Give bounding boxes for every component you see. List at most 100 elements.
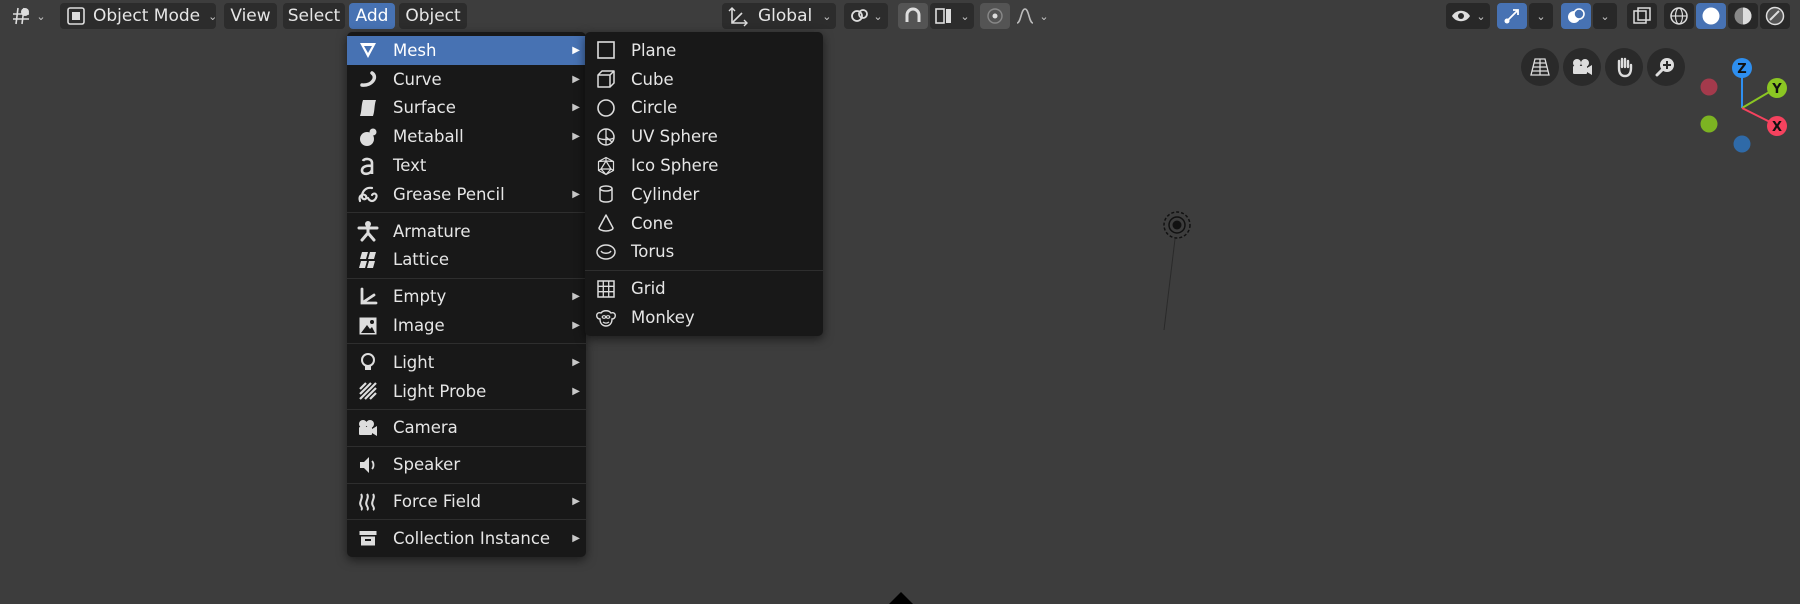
chevron-down-icon: ⌄ xyxy=(208,9,218,23)
mesh-menu-torus[interactable]: Torus xyxy=(585,238,823,267)
camera-icon xyxy=(1570,57,1594,77)
menu-add[interactable]: Add xyxy=(349,3,395,29)
visibility-button[interactable]: ⌄ xyxy=(1446,3,1490,29)
add-menu-surface[interactable]: Surface ▶ xyxy=(347,94,586,123)
add-menu-force-field[interactable]: Force Field ▶ xyxy=(347,487,586,516)
menu-item-label: Ico Sphere xyxy=(631,156,719,176)
shading-solid[interactable] xyxy=(1696,3,1726,29)
menu-item-label: Mesh xyxy=(393,40,437,60)
xray-toggle[interactable] xyxy=(1627,3,1657,29)
camera-view-button[interactable] xyxy=(1563,48,1601,86)
shading-wireframe[interactable] xyxy=(1664,3,1694,29)
add-menu-collection-instance[interactable]: Collection Instance ▶ xyxy=(347,524,586,553)
shading-rendered[interactable] xyxy=(1760,3,1790,29)
empty-icon xyxy=(357,286,379,308)
mesh-menu-monkey[interactable]: Monkey xyxy=(585,303,823,332)
gizmo-dropdown[interactable]: ⌄ xyxy=(1529,3,1553,29)
mesh-submenu: Plane Cube Circle UV Sphere Ico Sphere C… xyxy=(585,32,823,336)
pivot-point-button[interactable]: ⌄ xyxy=(844,3,888,29)
menu-item-label: Image xyxy=(393,316,445,336)
snap-target-button[interactable]: ⌄ xyxy=(930,3,974,29)
add-menu-curve[interactable]: Curve ▶ xyxy=(347,65,586,94)
menu-item-label: Grid xyxy=(631,279,666,299)
toggle-perspective-button[interactable] xyxy=(1521,48,1559,86)
chevron-down-icon: ⌄ xyxy=(1476,9,1486,23)
neg-x-axis-handle[interactable] xyxy=(1700,78,1718,96)
menu-view[interactable]: View xyxy=(224,3,277,29)
overlays-toggle[interactable] xyxy=(1561,3,1591,29)
snap-toggle[interactable] xyxy=(898,3,928,29)
magnet-icon xyxy=(903,6,923,26)
chevron-down-icon: ⌄ xyxy=(873,9,883,23)
submenu-arrow-icon: ▶ xyxy=(572,102,580,114)
proportional-falloff-button[interactable]: ⌄ xyxy=(1010,3,1054,29)
torus-icon xyxy=(595,241,617,263)
gizmo-toggle[interactable] xyxy=(1497,3,1527,29)
editor-type-button[interactable]: ⌄ xyxy=(6,3,50,29)
3d-viewport[interactable]: ⌄ Object Mode ⌄ View Select Add Object G… xyxy=(0,0,1800,604)
neg-y-axis-handle[interactable] xyxy=(1700,115,1718,133)
proportional-editing-toggle[interactable] xyxy=(980,3,1010,29)
add-menu-armature[interactable]: Armature xyxy=(347,217,586,246)
mesh-menu-cylinder[interactable]: Cylinder xyxy=(585,180,823,209)
menu-separator xyxy=(347,445,586,447)
mesh-menu-ico-sphere[interactable]: Ico Sphere xyxy=(585,151,823,180)
add-menu-empty[interactable]: Empty ▶ xyxy=(347,282,586,311)
menu-item-label: Surface xyxy=(393,98,456,118)
camera-object-marker[interactable] xyxy=(888,590,914,604)
light-probe-icon xyxy=(357,380,379,402)
overlays-dropdown[interactable]: ⌄ xyxy=(1593,3,1617,29)
add-menu-lattice[interactable]: Lattice xyxy=(347,246,586,275)
add-menu-light-probe[interactable]: Light Probe ▶ xyxy=(347,377,586,406)
menu-item-label: Text xyxy=(393,156,427,176)
mode-label: Object Mode xyxy=(93,6,201,26)
transform-orientation-selector[interactable]: Global ⌄ xyxy=(722,3,836,29)
object-mode-icon xyxy=(66,6,86,26)
zoom-view-button[interactable] xyxy=(1647,48,1685,86)
add-menu-image[interactable]: Image ▶ xyxy=(347,311,586,340)
menu-select[interactable]: Select xyxy=(283,3,345,29)
add-menu-grease-pencil[interactable]: Grease Pencil ▶ xyxy=(347,180,586,209)
menu-item-label: Cone xyxy=(631,213,674,233)
neg-z-axis-handle[interactable] xyxy=(1733,135,1751,153)
uv-sphere-icon xyxy=(595,126,617,148)
mesh-menu-plane[interactable]: Plane xyxy=(585,36,823,65)
y-axis-label: Y xyxy=(1771,82,1782,97)
mesh-menu-uv-sphere[interactable]: UV Sphere xyxy=(585,122,823,151)
menu-separator xyxy=(347,277,586,279)
mesh-menu-grid[interactable]: Grid xyxy=(585,274,823,303)
add-menu: Mesh ▶ Curve ▶ Surface ▶ Metaball ▶ Text… xyxy=(347,32,586,557)
lattice-icon xyxy=(357,249,379,271)
menu-separator xyxy=(347,482,586,484)
snap-increment-icon xyxy=(934,6,956,26)
add-menu-mesh[interactable]: Mesh ▶ xyxy=(347,36,586,65)
add-menu-metaball[interactable]: Metaball ▶ xyxy=(347,122,586,151)
add-menu-camera[interactable]: Camera xyxy=(347,414,586,443)
solid-shading-icon xyxy=(1701,6,1721,26)
menu-item-label: Light Probe xyxy=(393,381,487,401)
submenu-arrow-icon: ▶ xyxy=(572,131,580,143)
menu-item-label: UV Sphere xyxy=(631,127,718,147)
armature-icon xyxy=(357,220,379,242)
chevron-down-icon: ⌄ xyxy=(1039,9,1049,23)
menu-object[interactable]: Object xyxy=(399,3,467,29)
shading-material[interactable] xyxy=(1728,3,1758,29)
pan-view-button[interactable] xyxy=(1605,48,1643,86)
add-menu-text[interactable]: Text xyxy=(347,151,586,180)
navigation-gizmo[interactable]: Z Y X xyxy=(1690,52,1800,164)
menu-item-label: Grease Pencil xyxy=(393,184,505,204)
3d-viewport-icon xyxy=(10,5,32,27)
chevron-down-icon: ⌄ xyxy=(960,9,970,23)
monkey-icon xyxy=(595,307,617,329)
light-object[interactable] xyxy=(1150,205,1210,335)
mesh-menu-circle[interactable]: Circle xyxy=(585,94,823,123)
mesh-menu-cube[interactable]: Cube xyxy=(585,65,823,94)
grid-icon xyxy=(595,278,617,300)
add-menu-light[interactable]: Light ▶ xyxy=(347,348,586,377)
orientation-label: Global xyxy=(758,6,813,26)
menu-item-label: Force Field xyxy=(393,492,481,512)
overlays-icon xyxy=(1566,6,1586,26)
mesh-menu-cone[interactable]: Cone xyxy=(585,209,823,238)
mode-selector[interactable]: Object Mode ⌄ xyxy=(60,3,218,29)
add-menu-speaker[interactable]: Speaker xyxy=(347,450,586,479)
